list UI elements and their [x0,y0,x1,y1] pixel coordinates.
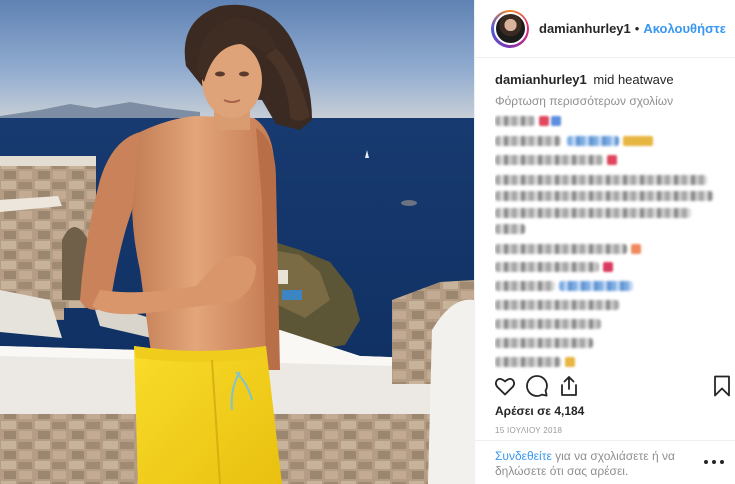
blurred-comment-line [495,136,561,146]
heart-icon[interactable] [493,374,517,398]
speech-bubble-icon[interactable] [525,374,549,398]
login-footer: Συνδεθείτε για να σχολιάσετε ή να δηλώσε… [475,440,735,484]
blurred-comment-line [495,357,561,367]
blurred-comment-line [495,319,601,329]
ellipsis-icon[interactable] [704,455,724,469]
blurred-comment-line [495,300,619,310]
blurred-comment-line [495,208,691,218]
header-separator: • [634,21,640,36]
blurred-emoji [539,116,549,126]
blurred-emoji [623,136,653,146]
post-photo[interactable] [0,0,474,484]
post-caption: damianhurley1 mid heatwave [495,72,674,87]
ellipsis-dot [720,460,724,464]
share-icon[interactable] [557,374,581,398]
ellipsis-dot [704,460,708,464]
blurred-mention [559,281,633,291]
blurred-comment-line [495,116,535,126]
blurred-emoji [565,357,575,367]
likes-count[interactable]: Αρέσει σε 4,184 [495,404,584,418]
blurred-comment-line [495,338,593,348]
blurred-comment-line [495,281,555,291]
blurred-comment-line [495,224,525,234]
follow-button[interactable]: Ακολουθήστε [643,21,726,36]
avatar[interactable] [491,9,529,48]
caption-text: mid heatwave [593,72,674,87]
blurred-comments [495,114,720,370]
ellipsis-dot [712,460,716,464]
blurred-emoji [603,262,613,272]
load-more-comments-link[interactable]: Φόρτωση περισσότερων σχολίων [495,94,673,108]
blurred-emoji [607,155,617,165]
blurred-emoji [551,116,561,126]
blurred-comment-line [495,244,627,254]
login-link[interactable]: Συνδεθείτε [495,449,552,463]
blurred-comment-line [495,262,599,272]
blurred-mention [567,136,619,146]
post-actions [475,372,735,400]
login-prompt: Συνδεθείτε για να σχολιάσετε ή να δηλώσε… [495,449,690,479]
header-username[interactable]: damianhurley1 [539,21,631,36]
blurred-comment-line [495,191,713,201]
post-date: 15 ΙΟΥΛΙΟΥ 2018 [495,426,563,435]
post-photo-image [0,0,474,484]
post-side-panel: damianhurley1 • Ακολουθήστε damianhurley… [474,0,735,484]
caption-username[interactable]: damianhurley1 [495,72,587,87]
blurred-comment-line [495,155,603,165]
post-header: damianhurley1 • Ακολουθήστε [475,0,735,58]
avatar-image [493,12,527,45]
blurred-emoji [631,244,641,254]
blurred-comment-line [495,175,707,185]
bookmark-icon[interactable] [710,374,734,398]
